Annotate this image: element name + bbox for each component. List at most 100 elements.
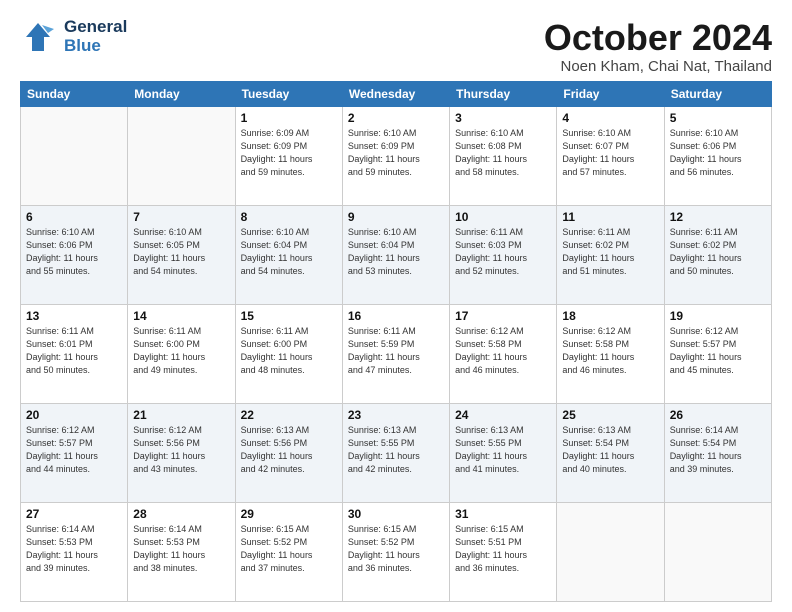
day-number: 28 <box>133 507 229 521</box>
location-title: Noen Kham, Chai Nat, Thailand <box>544 58 772 75</box>
table-row: 30Sunrise: 6:15 AMSunset: 5:52 PMDayligh… <box>342 502 449 601</box>
table-row: 20 Sunrise: 6:12 AMSunset: 5:57 PMDayligh… <box>21 403 128 502</box>
table-row: 5 Sunrise: 6:10 AMSunset: 6:06 PMDaylight… <box>664 106 771 205</box>
day-number: 11 <box>562 210 658 224</box>
calendar-week-row: 13 Sunrise: 6:11 AMSunset: 6:01 PMDayligh… <box>21 304 772 403</box>
table-row: 21 Sunrise: 6:12 AMSunset: 5:56 PMDayligh… <box>128 403 235 502</box>
table-row: 23Sunrise: 6:13 AMSunset: 5:55 PMDayligh… <box>342 403 449 502</box>
day-info: Sunrise: 6:13 AMSunset: 5:56 PMDaylight:… <box>241 424 337 476</box>
day-info: Sunrise: 6:10 AMSunset: 6:08 PMDaylight:… <box>455 127 551 179</box>
table-row: 6Sunrise: 6:10 AMSunset: 6:06 PMDaylight… <box>21 205 128 304</box>
table-row: 8 Sunrise: 6:10 AMSunset: 6:04 PMDaylight… <box>235 205 342 304</box>
day-number: 27 <box>26 507 122 521</box>
logo-text-general: General <box>64 18 127 37</box>
day-number: 23 <box>348 408 444 422</box>
day-info: Sunrise: 6:13 AMSunset: 5:54 PMDaylight:… <box>562 424 658 476</box>
day-info: Sunrise: 6:11 AMSunset: 6:00 PMDaylight:… <box>133 325 229 377</box>
day-number: 12 <box>670 210 766 224</box>
table-row: 18 Sunrise: 6:12 AMSunset: 5:58 PMDayligh… <box>557 304 664 403</box>
month-title: October 2024 <box>544 18 772 58</box>
table-row: 13 Sunrise: 6:11 AMSunset: 6:01 PMDayligh… <box>21 304 128 403</box>
day-number: 15 <box>241 309 337 323</box>
day-info: Sunrise: 6:10 AMSunset: 6:06 PMDaylight:… <box>26 226 122 278</box>
day-number: 25 <box>562 408 658 422</box>
day-info: Sunrise: 6:10 AMSunset: 6:06 PMDaylight:… <box>670 127 766 179</box>
col-wednesday: Wednesday <box>342 81 449 106</box>
page: General Blue October 2024 Noen Kham, Cha… <box>0 0 792 612</box>
header: General Blue October 2024 Noen Kham, Cha… <box>20 18 772 75</box>
day-info: Sunrise: 6:09 AMSunset: 6:09 PMDaylight:… <box>241 127 337 179</box>
calendar-week-row: 20 Sunrise: 6:12 AMSunset: 5:57 PMDayligh… <box>21 403 772 502</box>
day-number: 10 <box>455 210 551 224</box>
day-number: 30 <box>348 507 444 521</box>
col-saturday: Saturday <box>664 81 771 106</box>
day-number: 8 <box>241 210 337 224</box>
table-row: 17 Sunrise: 6:12 AMSunset: 5:58 PMDayligh… <box>450 304 557 403</box>
col-tuesday: Tuesday <box>235 81 342 106</box>
day-info: Sunrise: 6:11 AMSunset: 5:59 PMDaylight:… <box>348 325 444 377</box>
day-info: Sunrise: 6:12 AMSunset: 5:57 PMDaylight:… <box>26 424 122 476</box>
day-info: Sunrise: 6:11 AMSunset: 6:01 PMDaylight:… <box>26 325 122 377</box>
day-number: 7 <box>133 210 229 224</box>
calendar-table: Sunday Monday Tuesday Wednesday Thursday… <box>20 81 772 602</box>
day-info: Sunrise: 6:10 AMSunset: 6:09 PMDaylight:… <box>348 127 444 179</box>
day-info: Sunrise: 6:14 AMSunset: 5:54 PMDaylight:… <box>670 424 766 476</box>
table-row: 27 Sunrise: 6:14 AMSunset: 5:53 PMDayligh… <box>21 502 128 601</box>
table-row: 9 Sunrise: 6:10 AMSunset: 6:04 PMDaylight… <box>342 205 449 304</box>
table-row: 31 Sunrise: 6:15 AMSunset: 5:51 PMDayligh… <box>450 502 557 601</box>
day-number: 5 <box>670 111 766 125</box>
day-number: 1 <box>241 111 337 125</box>
table-row: 14Sunrise: 6:11 AMSunset: 6:00 PMDayligh… <box>128 304 235 403</box>
table-row: 11 Sunrise: 6:11 AMSunset: 6:02 PMDayligh… <box>557 205 664 304</box>
col-monday: Monday <box>128 81 235 106</box>
calendar-week-row: 6Sunrise: 6:10 AMSunset: 6:06 PMDaylight… <box>21 205 772 304</box>
day-info: Sunrise: 6:10 AMSunset: 6:07 PMDaylight:… <box>562 127 658 179</box>
day-number: 9 <box>348 210 444 224</box>
day-number: 22 <box>241 408 337 422</box>
day-number: 18 <box>562 309 658 323</box>
col-sunday: Sunday <box>21 81 128 106</box>
table-row: 3 Sunrise: 6:10 AMSunset: 6:08 PMDaylight… <box>450 106 557 205</box>
day-info: Sunrise: 6:12 AMSunset: 5:58 PMDaylight:… <box>455 325 551 377</box>
logo-icon <box>20 19 56 55</box>
table-row: 4 Sunrise: 6:10 AMSunset: 6:07 PMDaylight… <box>557 106 664 205</box>
table-row: 22 Sunrise: 6:13 AMSunset: 5:56 PMDayligh… <box>235 403 342 502</box>
day-info: Sunrise: 6:11 AMSunset: 6:02 PMDaylight:… <box>670 226 766 278</box>
table-row: 24 Sunrise: 6:13 AMSunset: 5:55 PMDayligh… <box>450 403 557 502</box>
day-number: 31 <box>455 507 551 521</box>
day-info: Sunrise: 6:13 AMSunset: 5:55 PMDaylight:… <box>455 424 551 476</box>
day-info: Sunrise: 6:11 AMSunset: 6:00 PMDaylight:… <box>241 325 337 377</box>
day-info: Sunrise: 6:14 AMSunset: 5:53 PMDaylight:… <box>26 523 122 575</box>
day-info: Sunrise: 6:11 AMSunset: 6:02 PMDaylight:… <box>562 226 658 278</box>
day-info: Sunrise: 6:15 AMSunset: 5:51 PMDaylight:… <box>455 523 551 575</box>
day-number: 16 <box>348 309 444 323</box>
day-number: 17 <box>455 309 551 323</box>
table-row <box>664 502 771 601</box>
day-info: Sunrise: 6:10 AMSunset: 6:05 PMDaylight:… <box>133 226 229 278</box>
day-number: 13 <box>26 309 122 323</box>
day-number: 29 <box>241 507 337 521</box>
day-number: 20 <box>26 408 122 422</box>
title-block: October 2024 Noen Kham, Chai Nat, Thaila… <box>544 18 772 75</box>
table-row: 26 Sunrise: 6:14 AMSunset: 5:54 PMDayligh… <box>664 403 771 502</box>
table-row: 25 Sunrise: 6:13 AMSunset: 5:54 PMDayligh… <box>557 403 664 502</box>
table-row: 19Sunrise: 6:12 AMSunset: 5:57 PMDayligh… <box>664 304 771 403</box>
day-number: 26 <box>670 408 766 422</box>
day-info: Sunrise: 6:10 AMSunset: 6:04 PMDaylight:… <box>348 226 444 278</box>
table-row <box>557 502 664 601</box>
table-row <box>21 106 128 205</box>
day-number: 21 <box>133 408 229 422</box>
day-info: Sunrise: 6:12 AMSunset: 5:58 PMDaylight:… <box>562 325 658 377</box>
day-number: 4 <box>562 111 658 125</box>
day-info: Sunrise: 6:12 AMSunset: 5:56 PMDaylight:… <box>133 424 229 476</box>
day-number: 24 <box>455 408 551 422</box>
day-number: 2 <box>348 111 444 125</box>
table-row: 7 Sunrise: 6:10 AMSunset: 6:05 PMDaylight… <box>128 205 235 304</box>
table-row: 10Sunrise: 6:11 AMSunset: 6:03 PMDayligh… <box>450 205 557 304</box>
day-number: 3 <box>455 111 551 125</box>
day-info: Sunrise: 6:10 AMSunset: 6:04 PMDaylight:… <box>241 226 337 278</box>
day-info: Sunrise: 6:12 AMSunset: 5:57 PMDaylight:… <box>670 325 766 377</box>
day-info: Sunrise: 6:14 AMSunset: 5:53 PMDaylight:… <box>133 523 229 575</box>
table-row: 12 Sunrise: 6:11 AMSunset: 6:02 PMDayligh… <box>664 205 771 304</box>
col-friday: Friday <box>557 81 664 106</box>
